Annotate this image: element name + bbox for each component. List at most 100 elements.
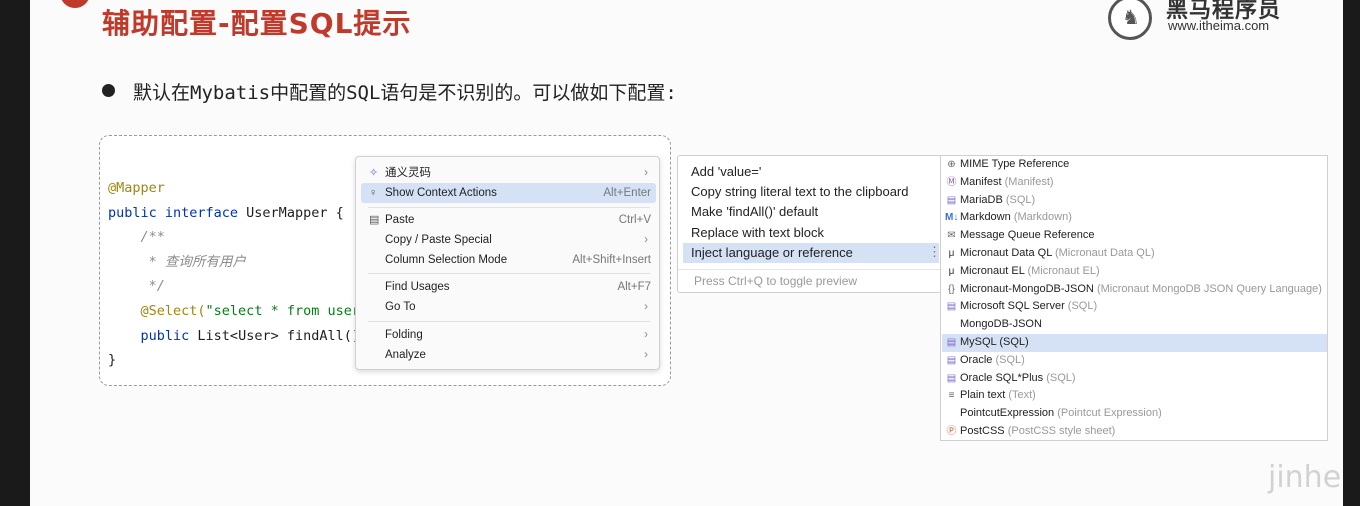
chevron-right-icon: ›	[644, 349, 648, 361]
language-item-plain-text[interactable]: ≡ Plain text (Text)	[942, 387, 1327, 405]
language-item-mariadb[interactable]: ▤ MariaDB (SQL)	[942, 192, 1327, 210]
editor-context-menu: ✧ 通义灵码 › ♀ Show Context Actions Alt+Ente…	[355, 156, 660, 370]
language-item-mongodb-json[interactable]: MongoDB-JSON	[942, 316, 1327, 334]
database-icon: ▤	[946, 354, 957, 366]
globe-icon: ⊕	[947, 159, 956, 170]
code-line-6-string: "select * from user	[205, 302, 360, 319]
database-icon: ▤	[946, 372, 957, 384]
language-name: MySQL (SQL)	[960, 336, 1029, 348]
intention-actions-popup: Add 'value=' Copy string literal text to…	[677, 155, 965, 293]
language-sub: (Micronaut MongoDB JSON Query Language)	[1096, 282, 1322, 295]
language-name: Oracle	[960, 353, 993, 366]
menu-item-folding[interactable]: Folding ›	[361, 325, 656, 345]
code-line-4: * 查询所有用户	[148, 253, 246, 270]
menu-item-column-selection-mode[interactable]: Column Selection Mode Alt+Shift+Insert	[361, 250, 656, 270]
language-name: Manifest	[960, 175, 1002, 188]
itheima-logo: ♞ 黑马程序员 www.itheima.com	[1108, 0, 1328, 42]
manifest-icon: Ⓜ	[946, 176, 957, 188]
language-injection-list: ⊕ MIME Type Reference Ⓜ Manifest (Manife…	[940, 155, 1328, 441]
language-sub: (PostCSS style sheet)	[1007, 425, 1116, 437]
menu-item-shortcut: Ctrl+V	[618, 214, 651, 226]
intention-copy-string-literal[interactable]: Copy string literal text to the clipboar…	[683, 182, 933, 202]
language-item-message-queue-reference[interactable]: ✉ Message Queue Reference	[942, 227, 1327, 245]
menu-item-copy-paste-special[interactable]: Copy / Paste Special ›	[361, 230, 656, 250]
menu-item-label: Show Context Actions	[385, 187, 497, 199]
code-editor-panel: @Mapper public interface UserMapper { /*…	[99, 135, 671, 386]
code-line-5: */	[148, 278, 165, 295]
code-line-7-rest: List<User> findAll()	[189, 327, 360, 344]
database-icon: ▤	[946, 194, 957, 206]
menu-item-label: Copy / Paste Special	[385, 234, 492, 246]
language-item-markdown[interactable]: M↓ Markdown (Markdown)	[942, 209, 1327, 227]
menu-separator	[368, 321, 650, 322]
intention-replace-text-block[interactable]: Replace with text block	[683, 223, 933, 243]
micronaut-icon: μ	[948, 248, 955, 259]
language-name: PointcutExpression	[960, 407, 1055, 420]
language-name: MongoDB-JSON	[960, 318, 1042, 331]
language-item-micronaut-el[interactable]: μ Micronaut EL (Micronaut EL)	[942, 263, 1327, 281]
slide: 辅助配置-配置SQL提示 ♞ 黑马程序员 www.itheima.com 默认在…	[30, 0, 1343, 506]
language-item-oracle[interactable]: ▤ Oracle (SQL)	[942, 352, 1327, 370]
bullet-text: 默认在Mybatis中配置的SQL语句是不识别的。可以做如下配置:	[133, 82, 677, 104]
code-line-8: }	[108, 352, 117, 369]
menu-item-show-context-actions[interactable]: ♀ Show Context Actions Alt+Enter	[361, 183, 656, 203]
menu-item-label: Column Selection Mode	[385, 254, 508, 266]
logo-url: www.itheima.com	[1168, 18, 1270, 33]
language-name: Message Queue Reference	[960, 229, 1095, 242]
code-line-7-keyword: public	[140, 327, 190, 344]
language-item-microsoft-sql-server[interactable]: ▤ Microsoft SQL Server (SQL)	[942, 298, 1327, 316]
menu-item-label: Analyze	[385, 349, 426, 361]
language-name: Micronaut Data QL	[960, 247, 1052, 259]
language-item-manifest[interactable]: Ⓜ Manifest (Manifest)	[942, 174, 1327, 192]
code-line-6-annotation: @Select(	[140, 302, 206, 319]
chevron-right-icon: ›	[644, 301, 648, 313]
menu-item-go-to[interactable]: Go To ›	[361, 297, 656, 317]
language-item-micronaut-mongodb-json[interactable]: {} Micronaut-MongoDB-JSON (Micronaut Mon…	[942, 281, 1327, 299]
menu-separator	[368, 273, 650, 274]
text-icon: ≡	[948, 390, 955, 402]
language-item-pointcut-expression[interactable]: PointcutExpression (Pointcut Expression)	[942, 405, 1327, 423]
language-sub: (Micronaut Data QL)	[1054, 247, 1155, 259]
micronaut-icon: μ	[948, 265, 955, 277]
menu-item-analyze[interactable]: Analyze ›	[361, 345, 656, 365]
chevron-right-icon: ›	[644, 167, 648, 179]
menu-item-shortcut: Alt+Shift+Insert	[572, 254, 651, 266]
menu-item-label: Paste	[385, 214, 415, 226]
horse-logo-icon: ♞	[1108, 0, 1152, 40]
tongyi-icon: ✧	[369, 167, 379, 179]
slide-title: 辅助配置-配置SQL提示	[102, 7, 412, 40]
language-item-mime-type-reference[interactable]: ⊕ MIME Type Reference	[942, 156, 1327, 174]
menu-item-paste[interactable]: ▤ Paste Ctrl+V	[361, 210, 656, 230]
preview-hint: Press Ctrl+Q to toggle preview	[678, 269, 964, 292]
menu-item-tongyi[interactable]: ✧ 通义灵码 ›	[361, 163, 656, 183]
menu-item-shortcut: Alt+Enter	[603, 187, 651, 199]
watermark: jinhei.cn	[1268, 460, 1343, 495]
menu-item-label: Go To	[385, 301, 416, 313]
intention-inject-language[interactable]: Inject language or reference	[683, 243, 939, 263]
language-item-mysql[interactable]: ▤ MySQL (SQL)	[942, 334, 1327, 352]
code-line-2-rest: UserMapper {	[238, 204, 344, 221]
language-name: Plain text	[960, 389, 1006, 402]
postcss-icon: Ⓟ	[946, 426, 957, 437]
chevron-right-icon: ›	[644, 329, 648, 341]
menu-item-label: Folding	[385, 329, 423, 341]
intention-make-default[interactable]: Make 'findAll()' default	[683, 202, 933, 222]
language-name: PostCSS	[960, 425, 1005, 437]
language-sub: (Text)	[1008, 389, 1036, 402]
language-sub: (Micronaut EL)	[1027, 264, 1100, 277]
menu-item-label: Find Usages	[385, 281, 450, 293]
language-item-oracle-sqlplus[interactable]: ▤ Oracle SQL*Plus (SQL)	[942, 370, 1327, 388]
language-name: MIME Type Reference	[960, 158, 1070, 170]
markdown-icon: M↓	[945, 212, 959, 224]
language-name: Micronaut-MongoDB-JSON	[960, 282, 1094, 295]
language-sub: (SQL)	[995, 353, 1025, 366]
language-item-micronaut-data-ql[interactable]: μ Micronaut Data QL (Micronaut Data QL)	[942, 245, 1327, 263]
database-icon: ▤	[946, 337, 957, 348]
language-name: Markdown	[960, 211, 1011, 224]
language-sub: (SQL)	[1046, 371, 1076, 384]
intention-add-value[interactable]: Add 'value='	[683, 162, 933, 182]
menu-item-find-usages[interactable]: Find Usages Alt+F7	[361, 277, 656, 297]
code-block: @Mapper public interface UserMapper { /*…	[108, 176, 360, 373]
language-sub: (Pointcut Expression)	[1057, 407, 1162, 420]
language-item-postcss[interactable]: Ⓟ PostCSS (PostCSS style sheet)	[942, 423, 1327, 441]
